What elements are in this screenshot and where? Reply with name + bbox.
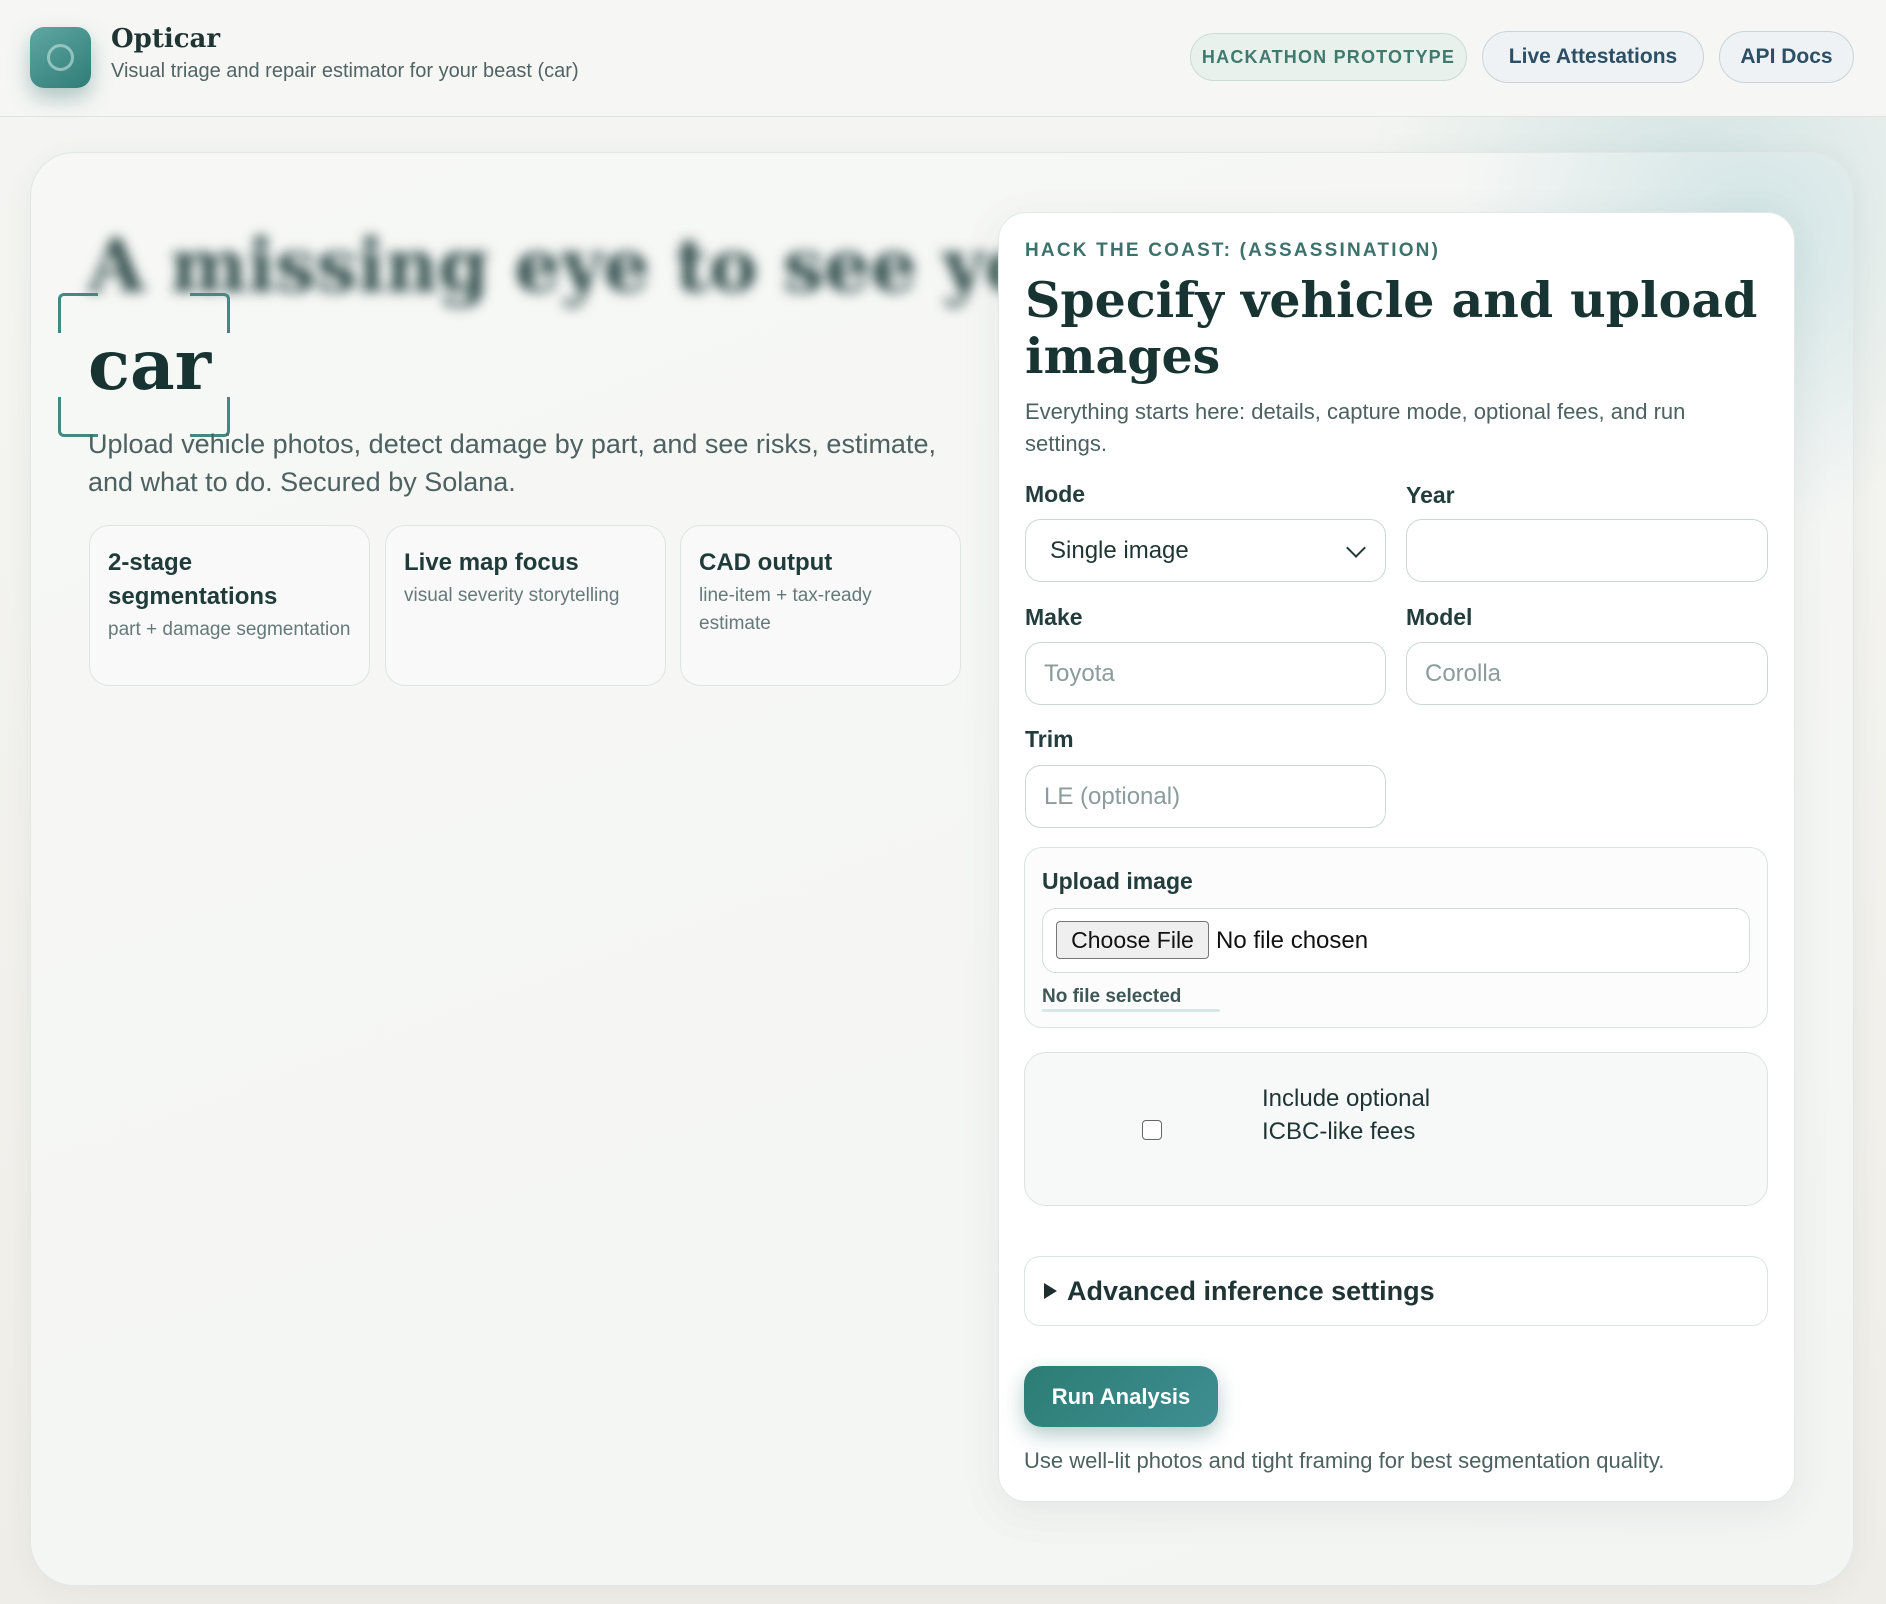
mode-label: Mode [1025,481,1086,507]
model-label: Model [1406,604,1473,630]
app-logo [30,27,91,88]
feature-title: Live map focus [404,549,579,576]
feature-desc: part + damage segmentation [108,619,351,640]
form-kicker: HACK THE COAST: (ASSASSINATION) [1025,240,1441,261]
make-input[interactable]: Toyota [1025,642,1386,705]
trim-input[interactable]: LE (optional) [1025,765,1386,828]
api-docs-link[interactable]: API Docs [1719,31,1854,83]
file-selected-note: No file selected [1042,986,1182,1007]
hero-subtitle: Upload vehicle photos, detect damage by … [88,429,936,497]
lens-icon [47,44,74,71]
hero-title-focus-word: car [88,325,212,406]
feature-card-cad-output: CAD output line-item + tax-ready estimat… [680,525,961,686]
feature-title: CAD output [699,549,833,576]
mode-select[interactable]: Single image [1025,519,1386,582]
feature-desc: visual severity storytelling [404,585,620,606]
advanced-settings-label: Advanced inference settings [1067,1276,1435,1306]
mode-select-value: Single image [1050,536,1189,564]
fees-label: Include optional ICBC-like fees [1262,1085,1431,1145]
live-attestations-link[interactable]: Live Attestations [1482,31,1704,83]
feature-card-segmentation: 2-stage segmentations part + damage segm… [89,525,370,686]
make-label: Make [1025,604,1083,630]
brand-name: Opticar [111,24,221,54]
file-chosen-status: No file chosen [1216,927,1369,954]
upload-progress-track [1042,1009,1220,1012]
prototype-badge: HACKATHON PROTOTYPE [1190,33,1467,81]
form-title: Specify vehicle and upload images [1025,271,1758,385]
feature-desc: line-item + tax-ready estimate [699,585,872,634]
feature-card-live-map: Live map focus visual severity storytell… [385,525,666,686]
trim-label: Trim [1025,726,1074,752]
disclosure-triangle-icon [1044,1283,1057,1299]
brand-tagline: Visual triage and repair estimator for y… [111,60,579,82]
year-label: Year [1406,482,1455,508]
choose-file-button[interactable]: Choose File [1056,921,1209,959]
feature-title: 2-stage segmentations [108,549,278,610]
run-hint: Use well-lit photos and tight framing fo… [1024,1448,1665,1473]
chevron-down-icon [1346,537,1366,558]
model-input[interactable]: Corolla [1406,642,1768,705]
top-bar: Opticar Visual triage and repair estimat… [0,0,1886,117]
run-analysis-button[interactable]: Run Analysis [1024,1366,1218,1427]
year-input[interactable] [1406,519,1768,582]
upload-label: Upload image [1042,868,1193,894]
form-description: Everything starts here: details, capture… [1025,399,1686,456]
fees-checkbox[interactable] [1142,1120,1162,1140]
